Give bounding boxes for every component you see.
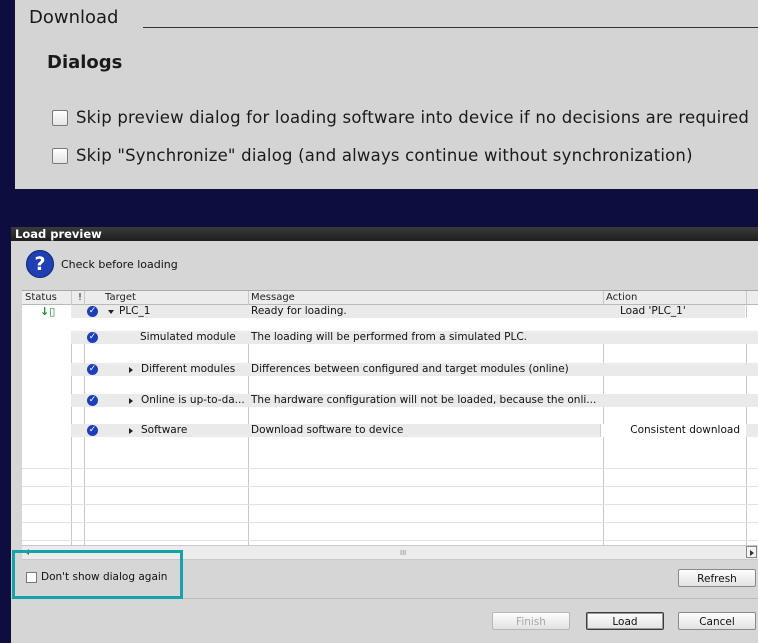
check-status-icon: ✓ [87,395,98,406]
load-button[interactable]: Load [586,612,664,630]
skip-preview-label: Skip preview dialog for loading software… [76,108,750,127]
table-row[interactable]: ✓ Simulated module The loading will be p… [22,331,758,344]
column-message[interactable]: Message [251,291,295,304]
refresh-button[interactable]: Refresh [678,569,756,587]
action-cell[interactable]: Load 'PLC_1' [620,305,686,318]
check-status-icon: ✓ [87,332,98,343]
skip-synchronize-checkbox[interactable] [52,147,68,164]
download-settings-panel: Download Dialogs Skip preview dialog for… [15,0,758,189]
target-cell: Simulated module [140,331,236,343]
section-divider [143,27,758,28]
scroll-right-icon[interactable] [746,546,757,558]
skip-preview-option[interactable]: Skip preview dialog for loading software… [52,108,749,127]
check-status-icon: ✓ [87,425,98,436]
column-action[interactable]: Action [606,291,637,304]
table-row[interactable]: ✓ Different modules Differences between … [22,363,758,376]
check-status-icon: ✓ [87,306,98,317]
scroll-grip[interactable]: III [400,549,406,557]
target-cell: Different modules [141,363,236,375]
target-cell: Online is up-to-da... [141,394,245,406]
table-header: Status ! Target Message Action [22,291,758,305]
load-preview-table: Status ! Target Message Action ↓▯ ✓ PLC_… [22,290,758,546]
question-icon: ? [26,250,54,278]
message-cell: Download software to device [251,424,404,436]
target-cell: PLC_1 [119,305,151,317]
expand-right-icon[interactable] [129,367,133,373]
target-cell: Software [141,424,188,436]
message-cell: The hardware configuration will not be l… [251,394,597,406]
column-severity[interactable]: ! [78,291,82,304]
table-row[interactable]: ✓ Software Download software to device C… [22,424,758,437]
download-status-icon: ↓▯ [40,305,56,318]
dialog-title: Load preview [11,227,758,241]
column-status[interactable]: Status [25,291,57,304]
expand-right-icon[interactable] [129,398,133,404]
section-title: Download [29,7,119,28]
skip-synchronize-option[interactable]: Skip "Synchronize" dialog (and always co… [52,146,693,165]
column-target[interactable]: Target [105,291,136,304]
table-row[interactable]: ↓▯ ✓ PLC_1 Ready for loading. Load 'PLC_… [22,305,758,318]
cancel-button[interactable]: Cancel [678,612,756,630]
check-before-loading-text: Check before loading [61,258,178,271]
skip-synchronize-label: Skip "Synchronize" dialog (and always co… [76,146,693,165]
expand-down-icon[interactable] [108,310,114,314]
check-status-icon: ✓ [87,364,98,375]
highlight-annotation [12,550,183,599]
expand-right-icon[interactable] [129,428,133,434]
skip-preview-checkbox[interactable] [52,109,68,126]
message-cell: Ready for loading. [251,305,347,317]
action-dropdown[interactable]: Consistent download [600,424,746,437]
finish-button[interactable]: Finish [492,612,570,630]
message-cell: The loading will be performed from a sim… [251,331,528,343]
message-cell: Differences between configured and targe… [251,363,569,375]
table-row[interactable]: ✓ Online is up-to-da... The hardware con… [22,394,758,407]
subsection-title: Dialogs [47,52,123,73]
